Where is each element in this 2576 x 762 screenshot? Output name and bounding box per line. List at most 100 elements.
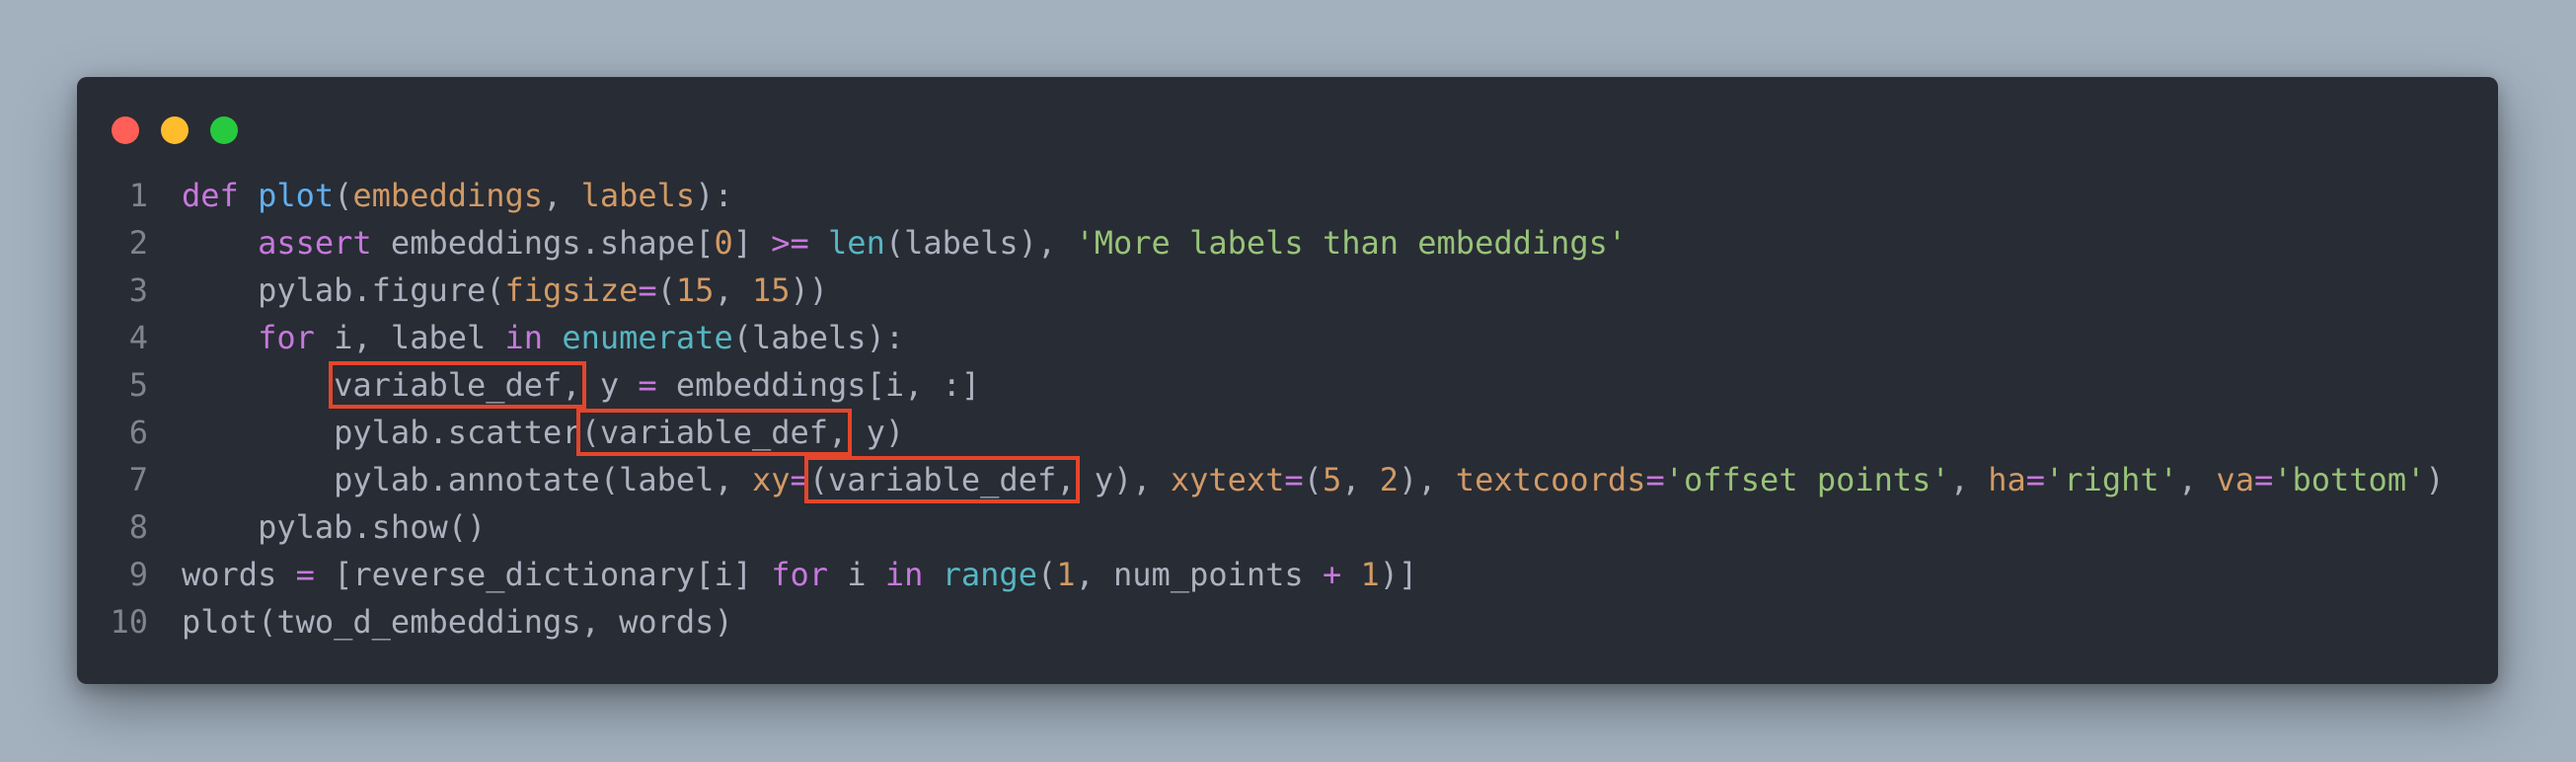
line-number: 10: [110, 603, 148, 641]
code-token: ha: [1988, 461, 2026, 498]
line-number: 9: [128, 556, 148, 593]
highlight-box: (variable_def,: [803, 456, 1081, 503]
code-token: assert: [258, 224, 372, 262]
close-button[interactable]: [112, 116, 139, 144]
code-token: i, label: [314, 319, 505, 356]
code-token: (: [1303, 461, 1323, 498]
line-number: 3: [128, 271, 148, 309]
code-token: ,: [543, 177, 581, 214]
code-token: 0: [714, 224, 733, 262]
code-token: 'bottom': [2273, 461, 2426, 498]
code-token: (: [656, 271, 676, 309]
code-token: >=: [771, 224, 809, 262]
code-token: embeddings.shape[: [371, 224, 715, 262]
line-code: pylab.scatter(variable_def, y): [182, 409, 904, 456]
code-token: for: [258, 319, 315, 356]
code-token: xy: [751, 461, 791, 498]
code-token: ]: [732, 224, 772, 262]
code-token: plot(two_d_embeddings, words): [182, 603, 733, 641]
code-token: pylab.scatter: [182, 414, 581, 451]
code-token: 'right': [2045, 461, 2178, 498]
code-token: =: [790, 461, 809, 498]
highlight-box: (variable_def,: [575, 409, 853, 456]
code-token: )): [790, 271, 829, 309]
line-number: 2: [128, 224, 148, 262]
line-number: 7: [128, 461, 148, 498]
code-token: , num_points: [1075, 556, 1323, 593]
code-token: ,: [1341, 461, 1380, 498]
line-number: 8: [128, 508, 148, 546]
code-token: [reverse_dictionary[i]: [314, 556, 772, 593]
code-token: embeddings: [352, 177, 544, 214]
code-token: range: [942, 556, 1037, 593]
code-token: len: [828, 224, 885, 262]
code-token: i: [828, 556, 885, 593]
code-token: =: [638, 366, 657, 404]
line-code: def plot(embeddings, labels):: [182, 172, 733, 219]
code-token: 15: [751, 271, 791, 309]
code-token: labels: [580, 177, 696, 214]
line-code: pylab.figure(figsize=(15, 15)): [182, 267, 828, 314]
code-token: ,: [1949, 461, 1989, 498]
code-token: =: [2025, 461, 2046, 498]
code-token: ,: [2177, 461, 2217, 498]
code-token: va: [2216, 461, 2254, 498]
code-token: xytext: [1170, 461, 1285, 498]
code-token: 1: [1056, 556, 1076, 593]
code-token: y),: [1075, 461, 1171, 498]
code-token: 15: [675, 271, 715, 309]
code-token: 5: [1322, 461, 1342, 498]
code-token: )]: [1379, 556, 1418, 593]
code-token: =: [295, 556, 315, 593]
code-token: =: [1645, 461, 1665, 498]
code-token: =: [1284, 461, 1304, 498]
code-token: words: [182, 556, 296, 593]
code-token: for: [771, 556, 829, 593]
code-token: pylab.annotate(label,: [182, 461, 752, 498]
code-token: (labels):: [732, 319, 905, 356]
code-token: +: [1322, 556, 1342, 593]
line-code: assert embeddings.shape[0] >= len(labels…: [182, 219, 1627, 267]
code-token: ),: [1399, 461, 1456, 498]
highlight-box: variable_def,: [329, 361, 586, 409]
code-token: (: [334, 177, 353, 214]
line-code: pylab.annotate(label, xy=(variable_def, …: [182, 456, 2445, 503]
code-token: (labels),: [884, 224, 1076, 262]
line-code: for i, label in enumerate(labels):: [182, 314, 904, 361]
code-token: figsize: [504, 271, 639, 309]
line-number: 6: [128, 414, 148, 451]
code-token: =: [638, 271, 657, 309]
code-token: in: [884, 556, 924, 593]
line-code: pylab.show(): [182, 503, 486, 551]
line-number: 1: [128, 177, 148, 214]
code-token: =: [2253, 461, 2274, 498]
code-token: ): [2425, 461, 2445, 498]
line-code: words = [reverse_dictionary[i] for i in …: [182, 551, 1417, 598]
code-token: pylab.show(): [182, 508, 487, 546]
code-token: textcoords: [1455, 461, 1646, 498]
code-token: embeddings[i, :]: [656, 366, 981, 404]
code-token: 1: [1360, 556, 1380, 593]
maximize-button[interactable]: [210, 116, 238, 144]
code-token: enumerate: [562, 319, 733, 356]
code-token: ,: [714, 271, 752, 309]
line-number: 5: [128, 366, 148, 404]
code-token: 2: [1379, 461, 1399, 498]
code-token: 'offset points': [1664, 461, 1950, 498]
code-window: 1 def plot(embeddings, labels): 2 assert e…: [77, 77, 2498, 684]
code-token: in: [504, 319, 544, 356]
line-number: 4: [128, 319, 148, 356]
line-code: plot(two_d_embeddings, words): [182, 598, 733, 646]
code-token: (: [1036, 556, 1057, 593]
minimize-button[interactable]: [161, 116, 189, 144]
code-token: ):: [695, 177, 733, 214]
code-token: pylab.figure(: [182, 271, 505, 309]
